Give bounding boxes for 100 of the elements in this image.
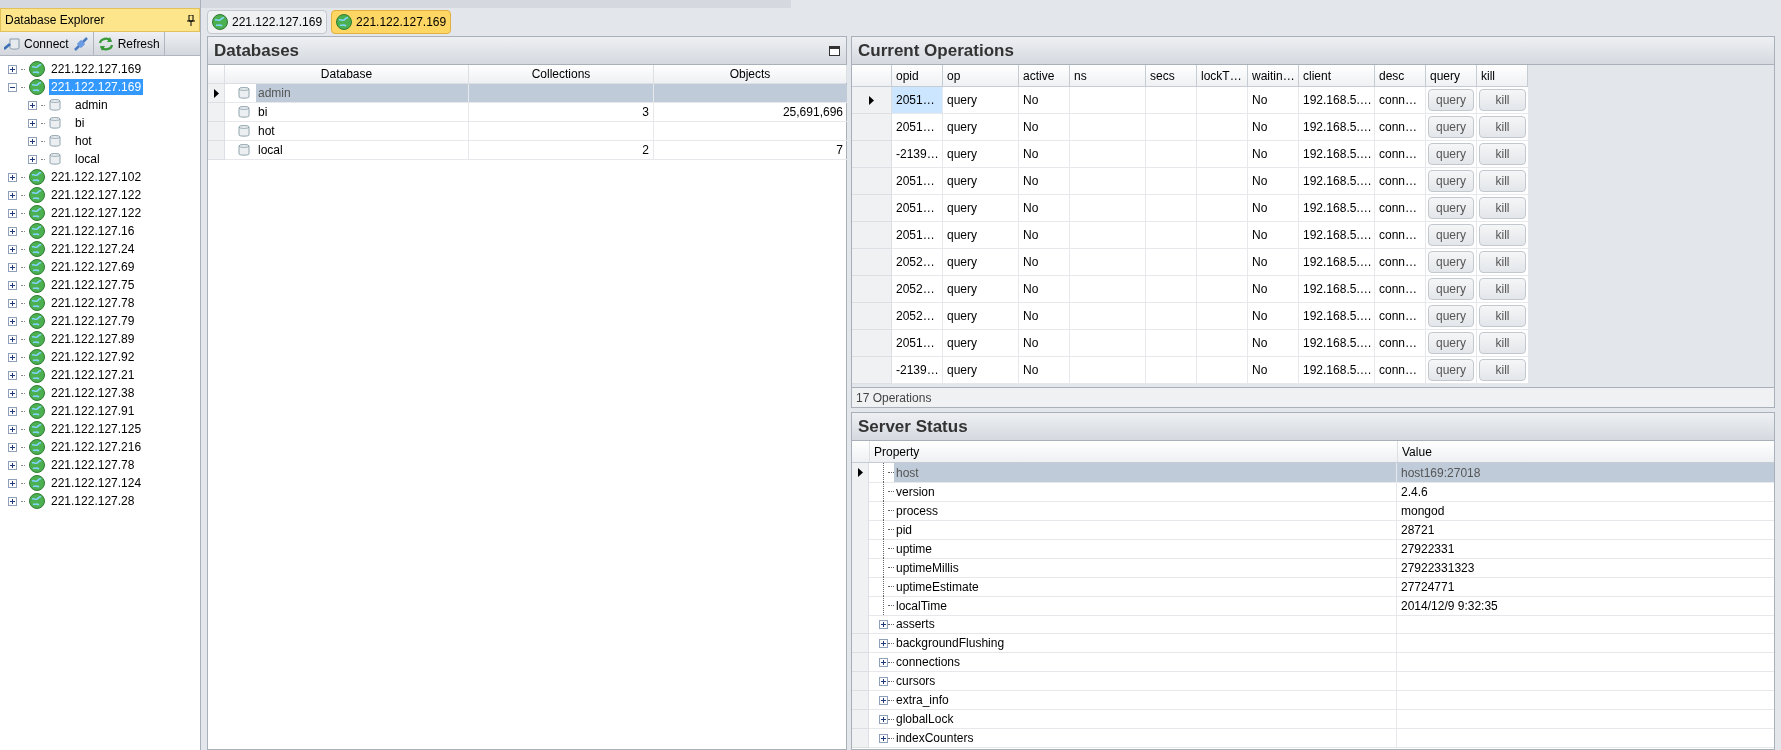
kill-button[interactable]: kill	[1479, 305, 1526, 327]
kill-button[interactable]: kill	[1479, 143, 1526, 165]
connect-button[interactable]: Connect	[4, 34, 69, 53]
row-header[interactable]	[852, 87, 892, 114]
expand-icon[interactable]	[8, 478, 17, 488]
expand-icon[interactable]	[8, 64, 17, 74]
tree-item[interactable]: 221.122.127.124	[49, 475, 144, 491]
plug-icon[interactable]	[72, 35, 89, 52]
expand-icon[interactable]	[879, 714, 888, 724]
expand-icon[interactable]	[8, 298, 17, 308]
expand-icon[interactable]	[8, 262, 17, 272]
expand-icon[interactable]	[28, 154, 37, 164]
query-button[interactable]: query	[1428, 278, 1474, 300]
expand-icon[interactable]	[8, 424, 17, 434]
refresh-button[interactable]: Refresh	[97, 34, 160, 53]
globe-icon	[29, 457, 45, 473]
expand-icon[interactable]	[8, 460, 17, 470]
query-button[interactable]: query	[1428, 251, 1474, 273]
expand-icon[interactable]	[879, 638, 888, 648]
database-icon	[238, 105, 250, 119]
maximize-icon[interactable]	[829, 45, 840, 56]
expand-icon[interactable]	[8, 370, 17, 380]
query-button[interactable]: query	[1428, 197, 1474, 219]
tree-item[interactable]: 221.122.127.216	[49, 439, 144, 455]
expand-icon[interactable]	[8, 352, 17, 362]
expand-icon[interactable]	[8, 316, 17, 326]
kill-button[interactable]: kill	[1479, 332, 1526, 354]
tree-item[interactable]: 221.122.127.122	[49, 187, 144, 203]
tree-item[interactable]: 221.122.127.125	[49, 421, 144, 437]
tree-item[interactable]: admin	[73, 97, 110, 113]
tree-item[interactable]: bi	[73, 115, 87, 131]
tree-item[interactable]: 221.122.127.75	[49, 277, 137, 293]
table-cell	[1197, 357, 1248, 384]
query-button[interactable]: query	[1428, 116, 1474, 138]
column-header[interactable]: Objects	[654, 65, 847, 83]
expand-icon[interactable]	[28, 118, 37, 128]
expand-icon[interactable]	[8, 226, 17, 236]
tree-item[interactable]: 221.122.127.21	[49, 367, 137, 383]
column-header[interactable]: Property	[869, 441, 1397, 462]
expand-icon[interactable]	[8, 208, 17, 218]
property-value: 28721	[1397, 520, 1774, 540]
tree-item[interactable]: 221.122.127.102	[49, 169, 144, 185]
collapse-icon[interactable]	[8, 82, 17, 92]
tree-item[interactable]: 221.122.127.28	[49, 493, 137, 509]
tree-item[interactable]: 221.122.127.92	[49, 349, 137, 365]
tree-item[interactable]: local	[73, 151, 102, 167]
expand-icon[interactable]	[8, 442, 17, 452]
query-button[interactable]: query	[1428, 332, 1474, 354]
tree-item[interactable]: 221.122.127.38	[49, 385, 137, 401]
expand-icon[interactable]	[8, 388, 17, 398]
tree-item[interactable]: hot	[73, 133, 94, 149]
expand-icon[interactable]	[8, 496, 17, 506]
expand-icon[interactable]	[8, 172, 17, 182]
column-header[interactable]: Collections	[469, 65, 654, 83]
kill-button[interactable]: kill	[1479, 278, 1526, 300]
tree-item[interactable]: 221.122.127.16	[49, 223, 137, 239]
document-tab[interactable]: 221.122.127.169	[207, 10, 328, 34]
tree-item[interactable]: 221.122.127.169	[49, 61, 144, 77]
kill-button[interactable]: kill	[1479, 170, 1526, 192]
database-icon	[49, 116, 61, 130]
query-button[interactable]: query	[1428, 170, 1474, 192]
expand-icon[interactable]	[8, 190, 17, 200]
kill-button[interactable]: kill	[1479, 224, 1526, 246]
expand-icon[interactable]	[8, 406, 17, 416]
kill-button[interactable]: kill	[1479, 116, 1526, 138]
tree-item[interactable]: 221.122.127.89	[49, 331, 137, 347]
expand-icon[interactable]	[879, 676, 888, 686]
expand-icon[interactable]	[879, 619, 888, 629]
globe-icon	[29, 349, 45, 365]
expand-icon[interactable]	[879, 657, 888, 667]
query-button[interactable]: query	[1428, 305, 1474, 327]
tree-item[interactable]: 221.122.127.91	[49, 403, 137, 419]
expand-icon[interactable]	[879, 733, 888, 743]
expand-icon[interactable]	[8, 244, 17, 254]
row-header[interactable]	[852, 463, 869, 483]
expand-icon[interactable]	[8, 334, 17, 344]
query-button[interactable]: query	[1428, 89, 1474, 111]
table-cell-text: local	[257, 142, 284, 159]
tree-item[interactable]: 221.122.127.78	[49, 457, 137, 473]
document-tab[interactable]: 221.122.127.169	[331, 10, 452, 34]
kill-button[interactable]: kill	[1479, 197, 1526, 219]
query-button[interactable]: query	[1428, 224, 1474, 246]
tree-item[interactable]: 221.122.127.79	[49, 313, 137, 329]
column-header[interactable]: Database	[225, 65, 469, 83]
tree-item[interactable]: 221.122.127.122	[49, 205, 144, 221]
tree-item[interactable]: 221.122.127.78	[49, 295, 137, 311]
kill-button[interactable]: kill	[1479, 251, 1526, 273]
row-header[interactable]	[208, 84, 225, 103]
tree-item[interactable]: 221.122.127.69	[49, 259, 137, 275]
query-button[interactable]: query	[1428, 359, 1474, 381]
expand-icon[interactable]	[28, 136, 37, 146]
tree-item[interactable]: 221.122.127.24	[49, 241, 137, 257]
kill-button[interactable]: kill	[1479, 359, 1526, 381]
expand-icon[interactable]	[8, 280, 17, 290]
expand-icon[interactable]	[28, 100, 37, 110]
pin-icon[interactable]	[187, 14, 195, 26]
expand-icon[interactable]	[879, 695, 888, 705]
kill-button[interactable]: kill	[1479, 89, 1526, 111]
query-button[interactable]: query	[1428, 143, 1474, 165]
column-header[interactable]: Value	[1397, 441, 1774, 462]
